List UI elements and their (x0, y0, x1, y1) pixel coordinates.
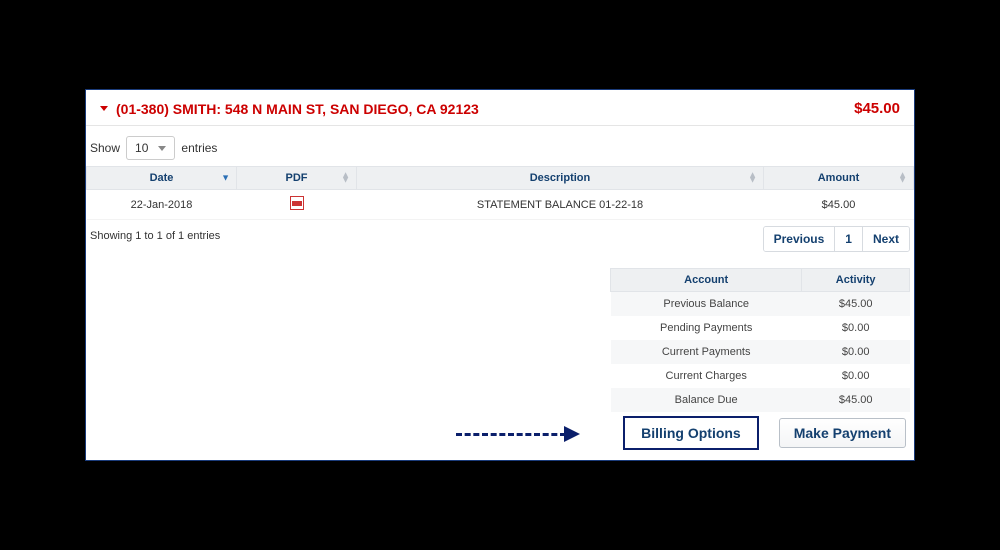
summary-row: Previous Balance$45.00 (611, 292, 910, 317)
arrow-line (456, 433, 566, 436)
table-row: 22-Jan-2018 STATEMENT BALANCE 01-22-18 $… (87, 190, 914, 220)
sort-icon: ▲▼ (748, 173, 757, 184)
statements-table: Date ▼ PDF ▲▼ Description ▲▼ Amount ▲▼ (86, 166, 914, 220)
pager: Previous 1 Next (763, 226, 910, 252)
caret-down-icon[interactable] (100, 106, 108, 111)
show-label: Show (90, 141, 120, 155)
showing-info: Showing 1 to 1 of 1 entries (90, 226, 220, 242)
sort-icon: ▲▼ (898, 173, 907, 184)
entries-label: entries (181, 141, 217, 155)
cell-amount: $45.00 (764, 190, 914, 220)
col-description[interactable]: Description ▲▼ (357, 167, 764, 190)
length-control: Show 10 entries (86, 126, 914, 166)
col-account: Account (611, 269, 802, 292)
account-header: (01-380) SMITH: 548 N MAIN ST, SAN DIEGO… (86, 90, 914, 126)
summary-panel: Account Activity Previous Balance$45.00 … (610, 268, 910, 412)
summary-row: Current Payments$0.00 (611, 340, 910, 364)
col-amount[interactable]: Amount ▲▼ (764, 167, 914, 190)
summary-row: Current Charges$0.00 (611, 364, 910, 388)
length-select[interactable]: 10 (126, 136, 175, 160)
summary-row: Balance Due$45.00 (611, 388, 910, 412)
sort-icon: ▲▼ (341, 173, 350, 184)
previous-button[interactable]: Previous (764, 227, 835, 251)
chevron-down-icon (158, 146, 166, 151)
col-activity: Activity (802, 269, 910, 292)
account-panel: (01-380) SMITH: 548 N MAIN ST, SAN DIEGO… (85, 89, 915, 461)
annotation-arrow (456, 426, 580, 442)
pdf-icon[interactable] (290, 196, 304, 210)
action-buttons: Billing Options Make Payment (623, 416, 906, 450)
sort-down-icon: ▼ (221, 175, 230, 180)
arrow-head-icon (564, 426, 580, 442)
col-date[interactable]: Date ▼ (87, 167, 237, 190)
length-value: 10 (135, 141, 148, 155)
next-button[interactable]: Next (862, 227, 909, 251)
col-pdf[interactable]: PDF ▲▼ (237, 167, 357, 190)
cell-date: 22-Jan-2018 (87, 190, 237, 220)
summary-row: Pending Payments$0.00 (611, 316, 910, 340)
page-1-button[interactable]: 1 (834, 227, 862, 251)
billing-options-button[interactable]: Billing Options (623, 416, 759, 450)
make-payment-button[interactable]: Make Payment (779, 418, 906, 448)
account-title: (01-380) SMITH: 548 N MAIN ST, SAN DIEGO… (116, 101, 479, 117)
account-amount: $45.00 (854, 100, 900, 117)
cell-description: STATEMENT BALANCE 01-22-18 (357, 190, 764, 220)
summary-table: Account Activity Previous Balance$45.00 … (610, 268, 910, 412)
cell-pdf (237, 190, 357, 220)
